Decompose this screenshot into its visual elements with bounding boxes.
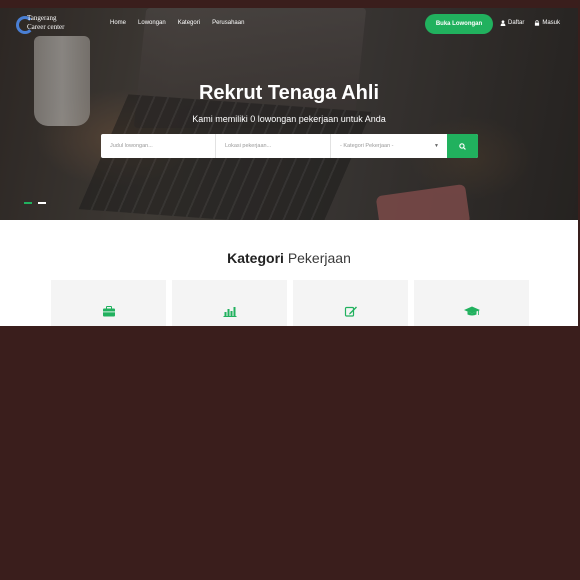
hero-banner: Tangerang Career center Home Lowongan Ka… bbox=[0, 8, 578, 220]
job-search-form: Judul lowongan... Lokasi pekerjaan... - … bbox=[101, 134, 478, 158]
keyword-input[interactable]: Judul lowongan... bbox=[101, 134, 216, 158]
category-card[interactable] bbox=[293, 280, 408, 326]
slider-dots bbox=[24, 202, 46, 204]
user-icon bbox=[500, 20, 506, 26]
category-title-accent: Pekerjaan bbox=[287, 250, 351, 266]
category-select-value: - Kategori Pekerjaan - bbox=[340, 143, 394, 149]
register-link[interactable]: Daftar bbox=[500, 20, 524, 26]
category-title-main: Kategori bbox=[227, 250, 284, 266]
slider-dot-1[interactable] bbox=[24, 202, 32, 204]
nav-link-lowongan[interactable]: Lowongan bbox=[138, 20, 166, 26]
category-card[interactable] bbox=[172, 280, 287, 326]
location-input[interactable]: Lokasi pekerjaan... bbox=[216, 134, 331, 158]
top-nav: Tangerang Career center Home Lowongan Ka… bbox=[0, 8, 578, 42]
nav-link-perusahaan[interactable]: Perusahaan bbox=[212, 20, 244, 26]
login-link[interactable]: Masuk bbox=[534, 20, 560, 26]
category-section-title: Kategori Pekerjaan bbox=[0, 250, 578, 266]
hero-subtitle: Kami memiliki 0 lowongan pekerjaan untuk… bbox=[192, 114, 386, 124]
keyword-placeholder: Judul lowongan... bbox=[110, 143, 153, 149]
edit-icon bbox=[344, 306, 357, 320]
category-card[interactable] bbox=[414, 280, 529, 326]
nav-link-home[interactable]: Home bbox=[110, 20, 126, 26]
nav-link-kategori[interactable]: Kategori bbox=[178, 20, 200, 26]
caret-down-icon: ▼ bbox=[434, 143, 439, 149]
category-card[interactable] bbox=[51, 280, 166, 326]
nav-links: Home Lowongan Kategori Perusahaan bbox=[110, 20, 244, 26]
post-job-button[interactable]: Buka Lowongan bbox=[425, 14, 493, 34]
location-placeholder: Lokasi pekerjaan... bbox=[225, 143, 272, 149]
slider-dot-2[interactable] bbox=[38, 202, 46, 204]
briefcase-icon bbox=[102, 306, 115, 320]
graduation-cap-icon bbox=[463, 306, 480, 320]
hero-title: Rekrut Tenaga Ahli bbox=[198, 82, 380, 104]
logo-text: Tangerang Career center bbox=[27, 14, 65, 31]
search-button[interactable] bbox=[447, 134, 478, 158]
bar-chart-icon bbox=[223, 306, 236, 320]
lock-icon bbox=[535, 20, 540, 26]
page: Tangerang Career center Home Lowongan Ka… bbox=[0, 8, 578, 326]
category-cards bbox=[51, 280, 529, 326]
site-logo[interactable]: Tangerang Career center bbox=[16, 14, 76, 38]
register-label: Daftar bbox=[508, 20, 525, 26]
search-icon bbox=[459, 142, 466, 150]
login-label: Masuk bbox=[542, 20, 561, 26]
category-select[interactable]: - Kategori Pekerjaan - ▼ bbox=[331, 134, 447, 158]
auth-links: Daftar Masuk bbox=[500, 20, 560, 26]
